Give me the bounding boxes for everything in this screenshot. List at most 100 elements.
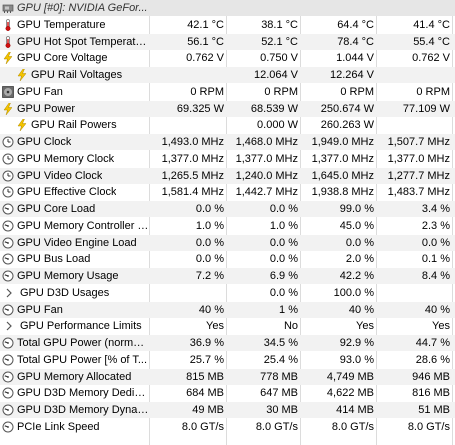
sensor-row[interactable]: GPU Hot Spot Temperature 56.1 °C 52.1 °C 78… bbox=[0, 33, 455, 50]
maximum-value-cell: 1,949.0 MHz bbox=[311, 136, 374, 148]
average-value-cell bbox=[378, 0, 450, 16]
sensor-name-cell: Total GPU Power (normali... bbox=[0, 335, 149, 351]
sensor-row[interactable]: GPU Effective Clock 1,581.4 MHz 1,442.7 MH… bbox=[0, 184, 455, 200]
sensor-label: GPU Memory Allocated bbox=[17, 370, 132, 383]
sensor-row[interactable]: GPU Power 69.325 W 68.539 W 250.674 W 77.109… bbox=[0, 100, 455, 117]
sensor-name-cell: GPU Rail Powers bbox=[0, 117, 149, 133]
sensor-row[interactable]: GPU Memory Controller L... 1.0 % 1.0 % 45.0… bbox=[0, 218, 455, 234]
sensor-label: GPU Temperature bbox=[17, 18, 106, 31]
gauge-icon bbox=[2, 421, 14, 433]
sensor-row[interactable]: GPU Fan 40 % 1 % 40 % 40 % bbox=[0, 301, 455, 318]
gauge-icon bbox=[2, 304, 14, 316]
sensor-name-cell: GPU D3D Memory Dynamic bbox=[0, 402, 149, 418]
average-value-cell: 0 RPM bbox=[416, 85, 450, 98]
sensor-row[interactable]: GPU Temperature 42.1 °C 38.1 °C 64.4 °C 41.4… bbox=[0, 17, 455, 33]
current-value-cell: Yes bbox=[206, 320, 224, 333]
sensor-label: GPU Bus Load bbox=[17, 253, 91, 266]
average-value-cell: 44.7 % bbox=[415, 337, 450, 349]
sensor-row[interactable]: GPU Memory Clock 1,377.0 MHz 1,377.0 MHz 1,… bbox=[0, 151, 455, 167]
sensor-row[interactable]: PCIe Link Speed 8.0 GT/s 8.0 GT/s 8.0 GT/s 8… bbox=[0, 419, 455, 435]
sensor-name-cell: GPU Performance Limits bbox=[0, 318, 149, 334]
sensor-name-cell: GPU Core Voltage bbox=[0, 50, 149, 66]
sensor-row[interactable]: GPU Clock 1,493.0 MHz 1,468.0 MHz 1,949.0 M… bbox=[0, 134, 455, 150]
sensor-name-cell: GPU Fan bbox=[0, 84, 149, 100]
minimum-value-cell: 8.0 GT/s bbox=[255, 420, 298, 433]
maximum-value-cell: 100.0 % bbox=[333, 286, 374, 299]
gauge-icon bbox=[2, 220, 14, 232]
minimum-value-cell: 30 MB bbox=[266, 404, 298, 416]
sensor-name-cell: GPU Effective Clock bbox=[0, 184, 149, 200]
sensor-row[interactable]: GPU Video Clock 1,265.5 MHz 1,240.0 MHz 1,6… bbox=[0, 167, 455, 184]
sensor-row[interactable]: GPU Core Voltage 0.762 V 0.750 V 1.044 V 0.7… bbox=[0, 50, 455, 66]
sensor-name-cell: GPU Hot Spot Temperature bbox=[0, 34, 149, 50]
fan-icon bbox=[2, 85, 14, 98]
chevron-right-icon[interactable] bbox=[3, 320, 15, 332]
sensor-row[interactable]: GPU Core Load 0.0 % 0.0 % 99.0 % 3.4 % bbox=[0, 201, 455, 217]
current-value-cell: 8.0 GT/s bbox=[181, 420, 224, 433]
minimum-value-cell: 0.750 V bbox=[260, 52, 298, 65]
sensor-row[interactable]: GPU Bus Load 0.0 % 0.0 % 2.0 % 0.1 % bbox=[0, 251, 455, 267]
minimum-value-cell: 0.0 % bbox=[269, 236, 298, 249]
sensor-row[interactable]: Total GPU Power (normali... 36.9 % 34.5 % 9… bbox=[0, 335, 455, 351]
maximum-value-cell: 93.0 % bbox=[339, 353, 374, 366]
gauge-icon bbox=[2, 253, 14, 265]
current-value-cell: 1,493.0 MHz bbox=[161, 136, 224, 148]
minimum-value-cell: 34.5 % bbox=[263, 337, 298, 349]
average-value-cell bbox=[378, 67, 450, 83]
sensor-name-cell: GPU Memory Clock bbox=[0, 151, 149, 167]
sensor-group-row[interactable]: GPU Performance Limits Yes No Yes Yes bbox=[0, 318, 455, 334]
lightning-icon[interactable] bbox=[16, 119, 28, 132]
sensor-label: Total GPU Power [% of T... bbox=[17, 353, 148, 366]
sensor-row[interactable]: GPU Video Engine Load 0.0 % 0.0 % 0.0 % 0.0 … bbox=[0, 234, 455, 251]
average-value-cell: Yes bbox=[432, 320, 450, 333]
maximum-value-cell: 42.2 % bbox=[339, 270, 374, 282]
maximum-value-cell: 78.4 °C bbox=[337, 35, 374, 48]
minimum-value-cell: 778 MB bbox=[260, 370, 298, 383]
minimum-value-cell: 38.1 °C bbox=[261, 18, 298, 31]
gauge-icon bbox=[2, 404, 14, 416]
current-value-cell: 42.1 °C bbox=[187, 18, 224, 31]
lightning-icon[interactable] bbox=[16, 68, 28, 82]
sensor-label: GPU Power bbox=[17, 102, 76, 115]
sensor-row[interactable]: GPU Memory Allocated 815 MB 778 MB 4,749 MB… bbox=[0, 368, 455, 385]
sensor-name-cell: PCIe Link Speed bbox=[0, 419, 149, 435]
lightning-icon bbox=[2, 102, 14, 115]
sensor-row[interactable]: GPU D3D Memory Dedica... 684 MB 647 MB 4,62… bbox=[0, 385, 455, 401]
sensor-group-row[interactable]: GPU Rail Voltages 12.064 V 12.264 V bbox=[0, 67, 455, 83]
maximum-value-cell: 1,645.0 MHz bbox=[311, 169, 374, 182]
maximum-value-cell: 250.674 W bbox=[320, 102, 374, 115]
current-value-cell: 1,581.4 MHz bbox=[161, 186, 224, 199]
minimum-value-cell: 1,240.0 MHz bbox=[235, 169, 298, 182]
chevron-right-icon[interactable] bbox=[3, 287, 15, 299]
sensor-group-row[interactable]: GPU D3D Usages 0.0 % 100.0 % bbox=[0, 285, 455, 301]
minimum-value-cell: 6.9 % bbox=[269, 270, 298, 282]
maximum-value-cell: 0.0 % bbox=[345, 236, 374, 249]
sensor-group-row[interactable]: GPU Rail Powers 0.000 W 260.263 W bbox=[0, 117, 455, 133]
minimum-value-cell: 1,377.0 MHz bbox=[235, 152, 298, 165]
sensor-label: GPU D3D Usages bbox=[20, 286, 110, 299]
minimum-value-cell: No bbox=[283, 320, 298, 333]
sensor-label: GPU Performance Limits bbox=[20, 320, 142, 333]
sensor-row[interactable]: Total GPU Power [% of T... 25.7 % 25.4 % 93… bbox=[0, 352, 455, 368]
current-value-cell: 1,377.0 MHz bbox=[161, 152, 224, 165]
sensor-label: GPU Video Clock bbox=[17, 169, 103, 182]
sensor-name-cell: GPU D3D Usages bbox=[0, 285, 149, 301]
current-value-cell: 1,265.5 MHz bbox=[161, 169, 224, 182]
clock-icon bbox=[2, 153, 14, 165]
gauge-icon bbox=[2, 387, 14, 399]
sensor-table: GPU [#0]: NVIDIA GeFor... GPU Temperature… bbox=[0, 0, 455, 445]
sensor-name-cell: GPU Bus Load bbox=[0, 251, 149, 267]
average-value-cell: 8.0 GT/s bbox=[407, 420, 450, 433]
sensor-name-cell: GPU Memory Controller L... bbox=[0, 218, 149, 234]
sensor-label: GPU Memory Clock bbox=[17, 152, 115, 165]
sensor-row[interactable]: GPU Fan 0 RPM 0 RPM 0 RPM 0 RPM bbox=[0, 84, 455, 100]
maximum-value-cell: 414 MB bbox=[336, 404, 374, 416]
maximum-value-cell: 2.0 % bbox=[345, 253, 374, 266]
average-value-cell: 8.4 % bbox=[421, 270, 450, 282]
sensor-name-cell: GPU Memory Usage bbox=[0, 268, 149, 284]
average-value-cell bbox=[378, 117, 450, 133]
sensor-row[interactable]: GPU Memory Usage 7.2 % 6.9 % 42.2 % 8.4 % bbox=[0, 268, 455, 284]
minimum-value-cell: 1.0 % bbox=[269, 219, 298, 232]
sensor-row[interactable]: GPU D3D Memory Dynamic 49 MB 30 MB 414 MB 51… bbox=[0, 402, 455, 418]
device-header-row[interactable]: GPU [#0]: NVIDIA GeFor... bbox=[0, 0, 455, 16]
